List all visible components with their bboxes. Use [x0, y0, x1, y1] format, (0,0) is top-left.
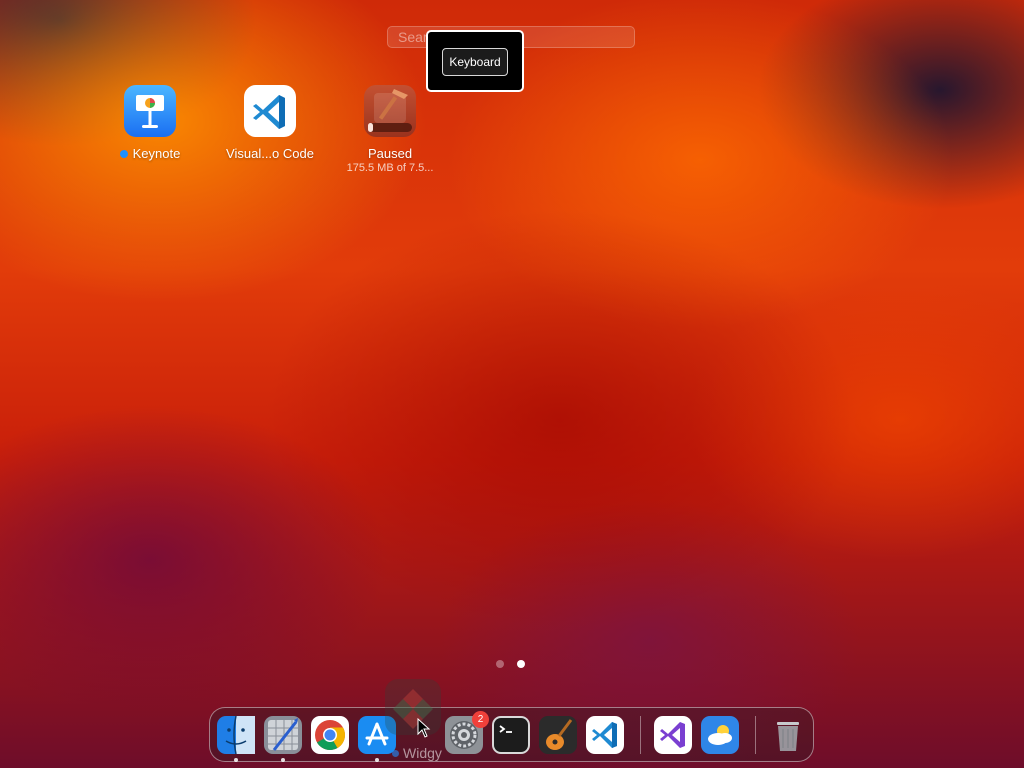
app-label-keynote: Keynote	[119, 146, 181, 161]
app-keynote[interactable]: Keynote	[85, 85, 215, 161]
dragged-app-label: Widgy	[392, 745, 442, 761]
vscode-icon	[586, 716, 624, 754]
dock-chrome[interactable]	[311, 716, 349, 754]
garageband-icon	[539, 716, 577, 754]
page-indicator	[496, 660, 525, 668]
chrome-icon	[311, 716, 349, 754]
download-status-text: 175.5 MB of 7.5...	[346, 162, 434, 174]
notification-badge: 2	[472, 711, 489, 728]
terminal-icon	[492, 716, 530, 754]
new-app-dot	[392, 749, 399, 757]
widgy-icon	[393, 689, 433, 729]
dragged-widgy-icon[interactable]	[385, 679, 441, 735]
page-dot-2[interactable]	[517, 660, 525, 668]
app-vscode[interactable]: Visual...o Code	[205, 85, 335, 161]
dock-finder[interactable]	[217, 716, 255, 762]
dock-system-settings[interactable]: 2	[445, 711, 489, 754]
keyboard-button[interactable]: Keyboard	[442, 48, 508, 76]
running-indicator	[375, 758, 379, 762]
visual-studio-icon	[654, 716, 692, 754]
download-progress-fill	[368, 123, 374, 132]
running-indicator	[234, 758, 238, 762]
weather-icon	[701, 716, 739, 754]
dock-separator	[755, 716, 756, 754]
download-progress-bar	[368, 123, 412, 132]
dock-separator	[640, 716, 641, 754]
keynote-icon	[124, 85, 176, 137]
dock: 2	[209, 707, 814, 762]
dock-weather[interactable]	[701, 716, 739, 754]
widgy-label-text: Widgy	[403, 745, 442, 761]
keynote-label-text: Keynote	[132, 146, 181, 161]
dock-garageband[interactable]	[539, 716, 577, 754]
keyboard-popup: Keyboard	[426, 30, 524, 92]
app-label-vscode: Visual...o Code	[226, 146, 314, 161]
instruments-icon	[264, 716, 302, 754]
app-label-paused: Paused	[367, 146, 413, 161]
new-app-dot	[119, 149, 128, 158]
launchpad-screen: Keyboard Keynote Visual.	[0, 0, 1024, 768]
page-dot-1[interactable]	[496, 660, 504, 668]
running-indicator	[281, 758, 285, 762]
vscode-icon	[244, 85, 296, 137]
xcode-download-icon	[364, 85, 416, 137]
dock-vscode[interactable]	[586, 716, 624, 754]
mouse-cursor-icon	[417, 718, 431, 738]
dock-terminal[interactable]	[492, 716, 530, 754]
dock-trash[interactable]	[769, 716, 807, 754]
dock-instruments[interactable]	[264, 716, 302, 762]
trash-icon	[777, 722, 799, 751]
dock-visual-studio[interactable]	[654, 716, 692, 754]
finder-icon	[217, 716, 255, 754]
app-paused-download[interactable]: Paused 175.5 MB of 7.5...	[325, 85, 455, 174]
